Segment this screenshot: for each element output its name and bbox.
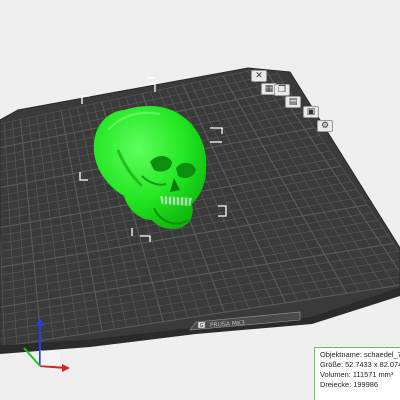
settings-button[interactable]: ⚙ [317,120,333,132]
object-volume-label: Volumen: [320,370,351,379]
copy-icon: ❐ [277,85,287,95]
delete-button[interactable]: ✕ [251,70,267,82]
paste-button[interactable]: ▤ [285,96,301,108]
object-name-row: Objektname: schaedel_7 [320,350,400,360]
object-triangles-value: 199986 [353,380,378,389]
paste-icon: ▤ [288,97,298,107]
object-size-value: 52.7433 x 82.074 [345,360,400,369]
object-size-row: Größe: 52.7433 x 82.074 [320,360,400,370]
scene-canvas[interactable]: G PRUSA MK3 [0,0,400,400]
object-volume-value: 111571 mm³ [352,370,394,379]
object-triangles-label: Dreiecke: [320,380,352,389]
copy-button[interactable]: ❐ [274,84,290,96]
bed-label-badge: G [200,323,204,329]
object-info-panel: Objektname: schaedel_7 Größe: 52.7433 x … [314,347,400,400]
3d-viewport[interactable]: G PRUSA MK3 ✕ ▦ ❐ ▤ ▣ ⚙ Objektname: scha… [0,0,400,400]
object-name-label: Objektname: [320,350,362,359]
layers-icon: ▣ [306,107,316,117]
object-size-label: Größe: [320,360,343,369]
object-triangles-row: Dreiecke: 199986 [320,380,400,390]
layers-button[interactable]: ▣ [303,106,319,118]
close-x-icon: ✕ [255,71,263,81]
object-volume-row: Volumen: 111571 mm³ [320,370,400,380]
print-bed [0,68,400,346]
arrange-icon: ▦ [264,84,274,94]
object-name-value: schaedel_7 [363,350,400,359]
gear-icon: ⚙ [320,121,330,131]
